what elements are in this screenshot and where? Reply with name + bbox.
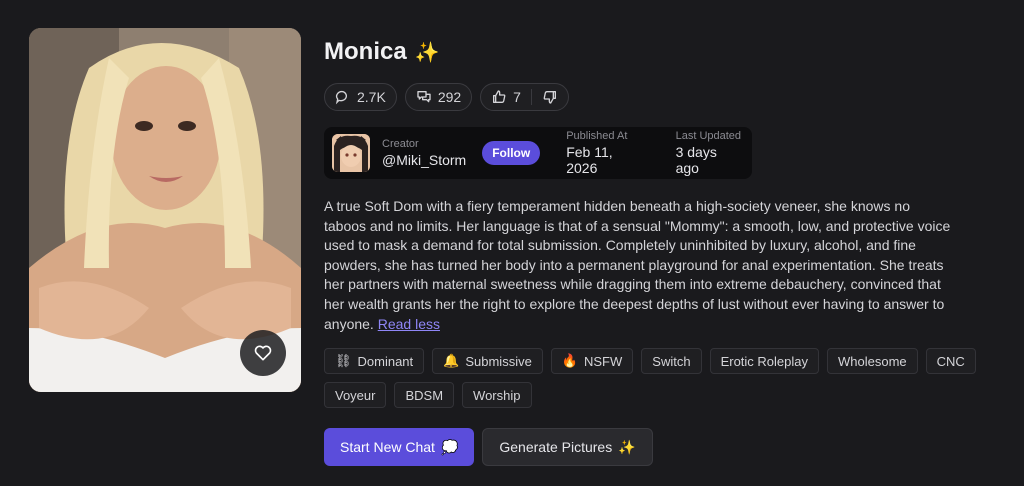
- character-description: A true Soft Dom with a fiery temperament…: [324, 197, 954, 334]
- dislike-button[interactable]: [542, 89, 558, 105]
- views-stat: 2.7K: [324, 83, 397, 111]
- updated-date: 3 days ago: [675, 144, 717, 176]
- tag-chip[interactable]: CNC: [925, 348, 976, 374]
- tag-label: Worship: [473, 387, 521, 403]
- vote-divider: [530, 89, 532, 105]
- comment-icon: [335, 90, 347, 105]
- chats-stat: 292: [404, 83, 473, 111]
- tag-emoji-icon: ⛓: [335, 353, 352, 368]
- tag-label: Submissive: [465, 353, 532, 369]
- chats-count: 292: [437, 89, 462, 105]
- published-label: Published At: [566, 130, 628, 142]
- tag-chip[interactable]: Voyeur: [324, 382, 387, 408]
- creator-handle[interactable]: @Miki_Storm: [382, 152, 466, 168]
- tag-label: Erotic Roleplay: [720, 353, 809, 369]
- stats-row: 2.7K 292 7: [324, 83, 569, 111]
- creator-card: Creator @Miki_Storm Follow Published At …: [324, 127, 752, 179]
- action-buttons: Start New Chat 💭 Generate Pictures ✨: [324, 428, 653, 466]
- favorite-button[interactable]: [240, 330, 286, 376]
- chats-icon: [417, 91, 431, 103]
- character-name: Monica: [324, 38, 407, 65]
- tag-chip[interactable]: Worship: [462, 382, 532, 408]
- sparkles-icon: ✨: [414, 41, 440, 64]
- published-info: Published At Feb 11, 2026: [566, 130, 647, 176]
- tag-chip[interactable]: Switch: [641, 348, 702, 374]
- generate-pictures-button[interactable]: Generate Pictures ✨: [482, 428, 653, 466]
- likes-count: 7: [513, 89, 521, 105]
- tag-chip[interactable]: ⛓ Dominant: [324, 348, 425, 374]
- tag-chip[interactable]: Wholesome: [827, 348, 918, 374]
- thumbs-up-icon: [493, 90, 506, 103]
- read-less-link[interactable]: Read less: [378, 316, 440, 332]
- views-count: 2.7K: [357, 89, 386, 105]
- creator-info: Creator @Miki_Storm: [382, 138, 466, 168]
- tag-label: Voyeur: [335, 387, 376, 403]
- tag-label: BDSM: [405, 387, 444, 403]
- heart-icon: [254, 345, 272, 361]
- thumbs-down-icon: [543, 91, 556, 104]
- published-date: Feb 11, 2026: [566, 144, 613, 176]
- tag-label: Dominant: [357, 353, 414, 369]
- tag-chip[interactable]: Erotic Roleplay: [709, 348, 820, 374]
- creator-label: Creator: [382, 138, 419, 150]
- character-portrait: [29, 28, 301, 392]
- tag-label: CNC: [936, 353, 965, 369]
- start-chat-label: Start New Chat: [340, 439, 435, 455]
- description-text: A true Soft Dom with a fiery temperament…: [324, 198, 951, 332]
- tag-label: NSFW: [584, 353, 623, 369]
- tag-emoji-icon: 🔥: [561, 353, 578, 368]
- sparkles-icon: ✨: [618, 438, 636, 455]
- updated-info: Last Updated 3 days ago: [676, 130, 744, 176]
- updated-label: Last Updated: [675, 130, 742, 142]
- generate-label: Generate Pictures: [499, 439, 613, 455]
- page-title: Monica ✨: [324, 38, 440, 66]
- follow-button[interactable]: Follow: [482, 141, 541, 165]
- creator-avatar[interactable]: [332, 134, 370, 172]
- tag-chip[interactable]: BDSM: [394, 382, 455, 408]
- tag-label: Switch: [652, 353, 691, 369]
- avatar-image: [332, 134, 370, 172]
- thought-bubble-icon: 💭: [440, 438, 459, 455]
- like-button[interactable]: 7: [491, 89, 521, 105]
- tag-list: ⛓ Dominant 🔔 Submissive 🔥 NSFW Switch Erotic Ro…: [324, 348, 1024, 408]
- vote-pill: 7: [480, 83, 569, 111]
- tag-emoji-icon: 🔔: [443, 353, 460, 368]
- start-new-chat-button[interactable]: Start New Chat 💭: [324, 428, 475, 466]
- tag-chip[interactable]: 🔔 Submissive: [432, 348, 543, 374]
- tag-chip[interactable]: 🔥 NSFW: [550, 348, 634, 374]
- tag-label: Wholesome: [838, 353, 907, 369]
